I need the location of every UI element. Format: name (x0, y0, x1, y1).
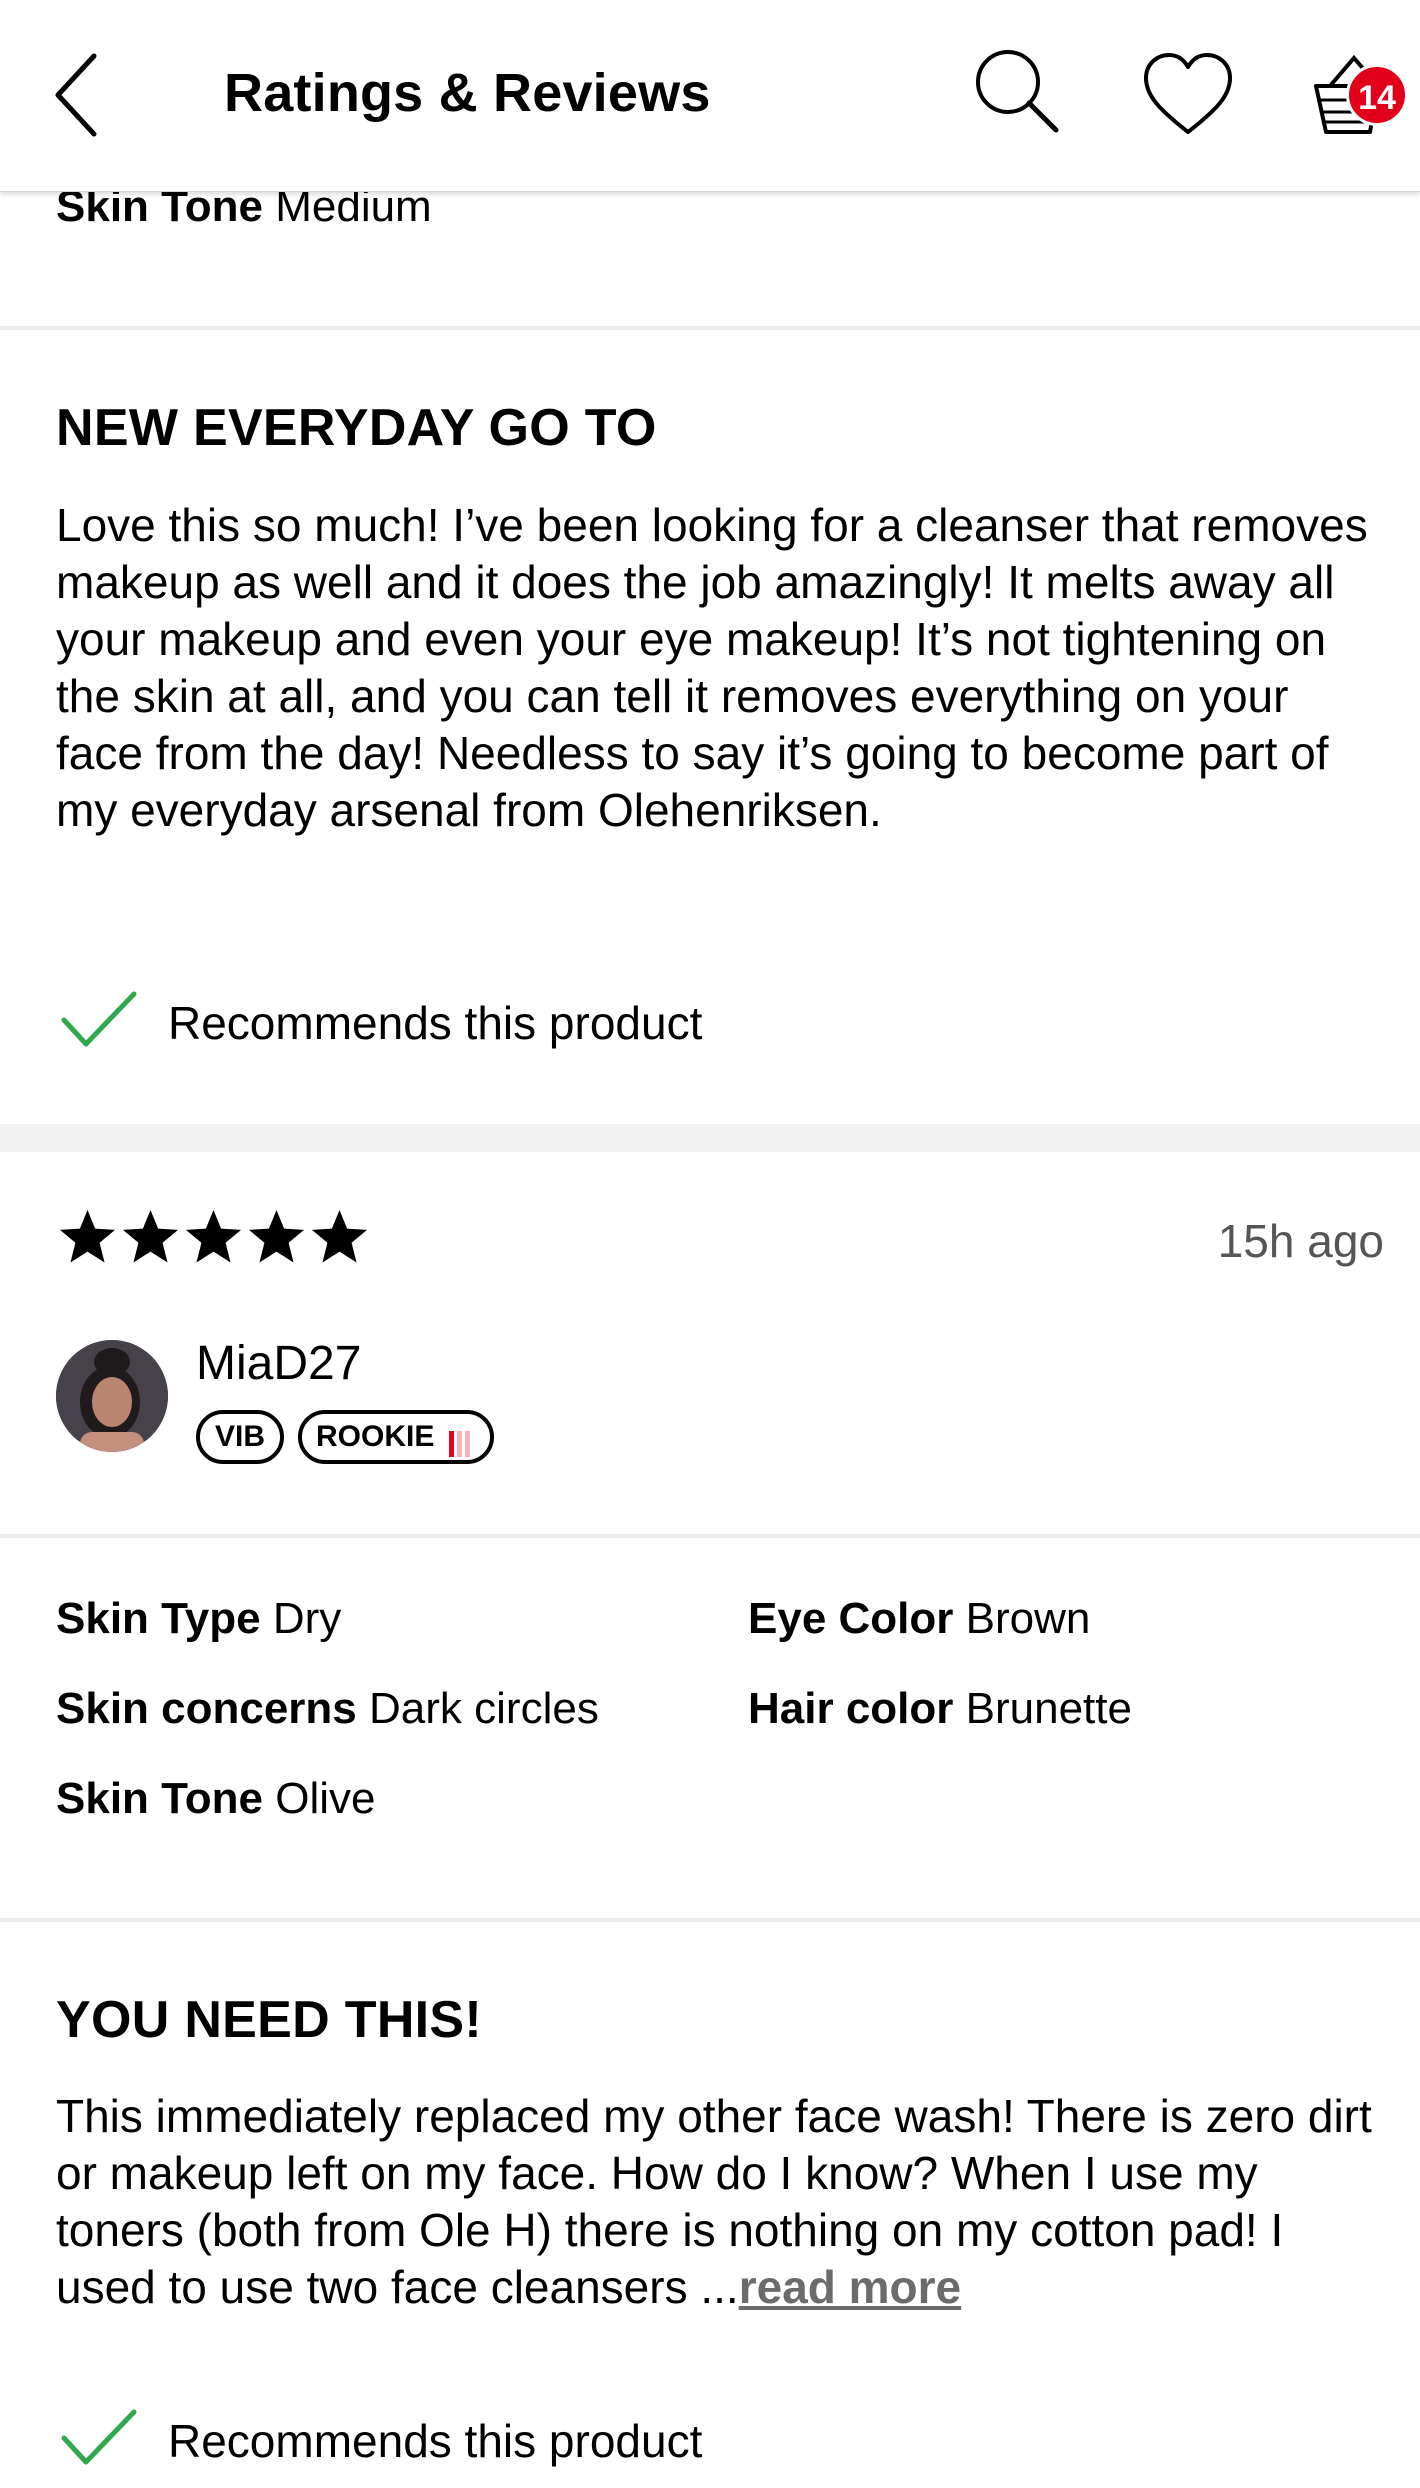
heart-icon (1144, 53, 1232, 134)
review-title: NEW EVERYDAY GO TO (56, 399, 657, 457)
chevron-left-icon (55, 53, 97, 137)
review-body: This immediately replaced my other face … (56, 2088, 1376, 2316)
read-more-link[interactable]: read more (739, 2261, 961, 2313)
review-body: Love this so much! I’ve been looking for… (56, 499, 1368, 836)
recommends-text: Recommends this product (168, 2415, 703, 2467)
skin-type-attribute: Skin Type Dry (56, 1594, 341, 1644)
section-divider (0, 1534, 1420, 1538)
skin-concerns-label: Skin concerns (56, 1684, 357, 1733)
skin-tone-value: Olive (275, 1774, 376, 1823)
vib-badge: VIB (196, 1410, 284, 1464)
section-divider (0, 1918, 1420, 1922)
rookie-badge-label: ROOKIE (316, 1420, 435, 1453)
eye-color-attribute: Eye Color Brown (748, 1594, 1090, 1644)
cart-count-badge: 14 (1346, 64, 1408, 126)
star-icon (311, 1209, 368, 1263)
review-title: YOU NEED THIS! (56, 1991, 483, 2049)
skin-type-value: Dry (272, 1594, 342, 1643)
star-rating (56, 1206, 371, 1272)
avatar[interactable] (56, 1340, 168, 1452)
skin-type-label: Skin Type (56, 1594, 261, 1643)
recommends-text: Recommends this product (168, 997, 703, 1049)
eye-color-value: Brown (965, 1594, 1091, 1643)
rookie-badge: ROOKIE (298, 1410, 494, 1464)
hair-color-value: Brunette (965, 1684, 1132, 1733)
skin-concerns-attribute: Skin concerns Dark circles (56, 1684, 599, 1734)
checkmark-icon (61, 991, 137, 1047)
search-icon (976, 50, 1059, 133)
wishlist-button[interactable] (1140, 50, 1236, 140)
review-separator (0, 1124, 1420, 1152)
app-header: Ratings & Reviews 14 (0, 0, 1420, 192)
user-photo (56, 1340, 168, 1452)
section-divider (0, 326, 1420, 330)
review-timestamp: 15h ago (1217, 1215, 1384, 1267)
skin-tone-label: Skin Tone (56, 1774, 263, 1823)
eye-color-label: Eye Color (748, 1594, 954, 1643)
search-button[interactable] (972, 46, 1062, 136)
skin-concerns-value: Dark circles (369, 1684, 599, 1733)
star-icon (59, 1209, 116, 1263)
username[interactable]: MiaD27 (196, 1336, 361, 1391)
star-icon (185, 1209, 242, 1263)
checkmark-icon (61, 2409, 137, 2465)
page-title: Ratings & Reviews (224, 63, 711, 123)
back-button[interactable] (50, 50, 110, 140)
star-icon (122, 1209, 179, 1263)
hair-color-attribute: Hair color Brunette (748, 1684, 1132, 1734)
star-icon (248, 1209, 305, 1263)
tier-bars-icon (448, 1425, 473, 1458)
skin-tone-attribute: Skin Tone Olive (56, 1774, 375, 1824)
review-body-text: This immediately replaced my other face … (56, 2090, 1372, 2313)
hair-color-label: Hair color (748, 1684, 954, 1733)
ratings-reviews-screen: Ratings & Reviews 14 Skin Tone Medium NE… (0, 0, 1420, 2488)
